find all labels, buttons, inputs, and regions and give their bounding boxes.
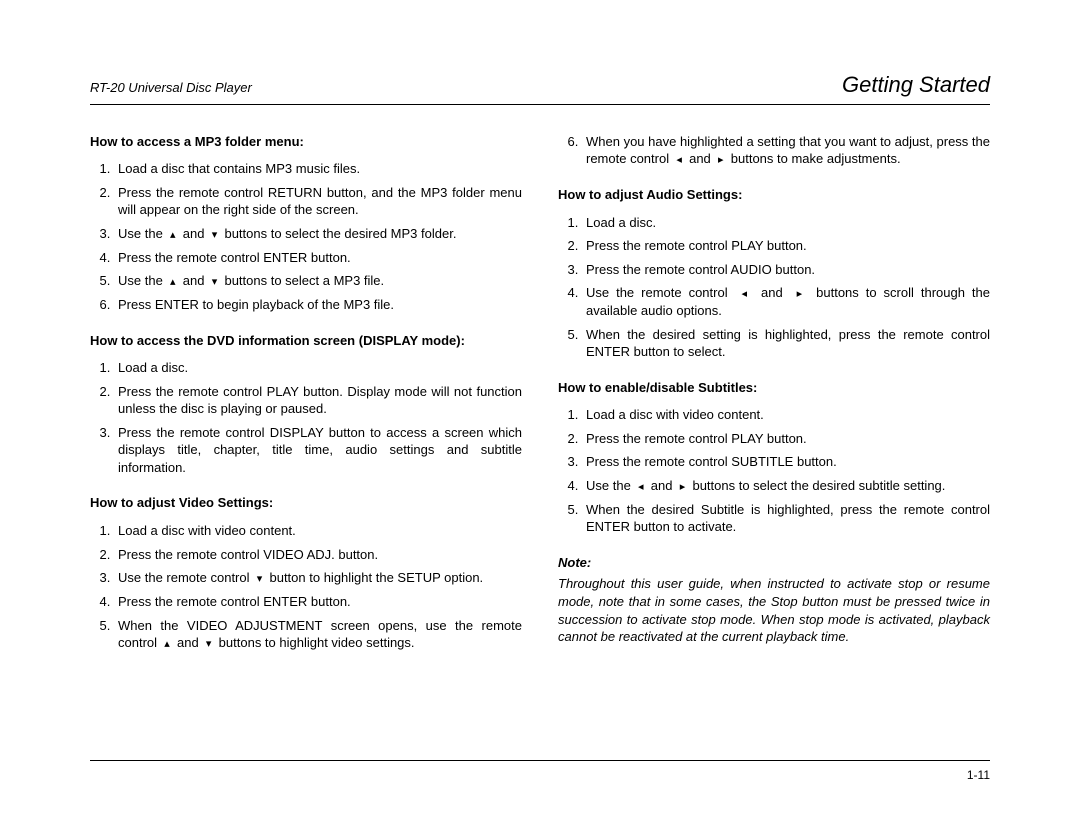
list-item: Use the remote control ◂ and ▸ buttons t… bbox=[582, 284, 990, 319]
note-body: Throughout this user guide, when instruc… bbox=[558, 575, 990, 645]
list-item: Load a disc with video content. bbox=[114, 522, 522, 540]
list-item: Load a disc. bbox=[114, 359, 522, 377]
list-item: Press the remote control PLAY button. bbox=[582, 237, 990, 255]
note-label: Note: bbox=[558, 554, 990, 572]
header-product-name: RT-20 Universal Disc Player bbox=[90, 79, 252, 97]
list-item: Load a disc that contains MP3 music file… bbox=[114, 160, 522, 178]
instruction-list: Load a disc. Press the remote control PL… bbox=[558, 214, 990, 361]
list-item: Load a disc with video content. bbox=[582, 406, 990, 424]
instruction-list: Load a disc that contains MP3 music file… bbox=[90, 160, 522, 313]
list-item: Use the ▴ and ▾ buttons to select a MP3 … bbox=[114, 272, 522, 290]
section-title: How to access the DVD information screen… bbox=[90, 332, 522, 350]
section-title: How to adjust Video Settings: bbox=[90, 494, 522, 512]
instruction-list: Load a disc with video content. Press th… bbox=[558, 406, 990, 536]
list-item: Press ENTER to begin playback of the MP3… bbox=[114, 296, 522, 314]
page-footer: 1-11 bbox=[90, 760, 990, 783]
list-item: Press the remote control DISPLAY button … bbox=[114, 424, 522, 477]
content-columns: How to access a MP3 folder menu: Load a … bbox=[90, 133, 990, 662]
document-page: RT-20 Universal Disc Player Getting Star… bbox=[0, 0, 1080, 662]
list-item: Use the ▴ and ▾ buttons to select the de… bbox=[114, 225, 522, 243]
page-header: RT-20 Universal Disc Player Getting Star… bbox=[90, 70, 990, 105]
instruction-list: Load a disc. Press the remote control PL… bbox=[90, 359, 522, 476]
section-title: How to access a MP3 folder menu: bbox=[90, 133, 522, 151]
header-section-title: Getting Started bbox=[842, 70, 990, 100]
list-item: When the VIDEO ADJUSTMENT screen opens, … bbox=[114, 617, 522, 652]
list-item: When you have highlighted a setting that… bbox=[582, 133, 990, 168]
list-item: When the desired setting is highlighted,… bbox=[582, 326, 990, 361]
list-item: Press the remote control PLAY button. Di… bbox=[114, 383, 522, 418]
list-item: Press the remote control SUBTITLE button… bbox=[582, 453, 990, 471]
list-item: Press the remote control PLAY button. bbox=[582, 430, 990, 448]
list-item: Use the ◂ and ▸ buttons to select the de… bbox=[582, 477, 990, 495]
list-item: Press the remote control VIDEO ADJ. butt… bbox=[114, 546, 522, 564]
list-item: When the desired Subtitle is highlighted… bbox=[582, 501, 990, 536]
section-title: How to adjust Audio Settings: bbox=[558, 186, 990, 204]
instruction-list-continuation: When you have highlighted a setting that… bbox=[558, 133, 990, 168]
list-item: Load a disc. bbox=[582, 214, 990, 232]
page-number: 1-11 bbox=[967, 768, 990, 782]
right-column: When you have highlighted a setting that… bbox=[558, 133, 990, 662]
instruction-list: Load a disc with video content. Press th… bbox=[90, 522, 522, 652]
list-item: Press the remote control RETURN button, … bbox=[114, 184, 522, 219]
list-item: Use the remote control ▾ button to highl… bbox=[114, 569, 522, 587]
list-item: Press the remote control AUDIO button. bbox=[582, 261, 990, 279]
list-item: Press the remote control ENTER button. bbox=[114, 249, 522, 267]
section-title: How to enable/disable Subtitles: bbox=[558, 379, 990, 397]
list-item: Press the remote control ENTER button. bbox=[114, 593, 522, 611]
left-column: How to access a MP3 folder menu: Load a … bbox=[90, 133, 522, 662]
